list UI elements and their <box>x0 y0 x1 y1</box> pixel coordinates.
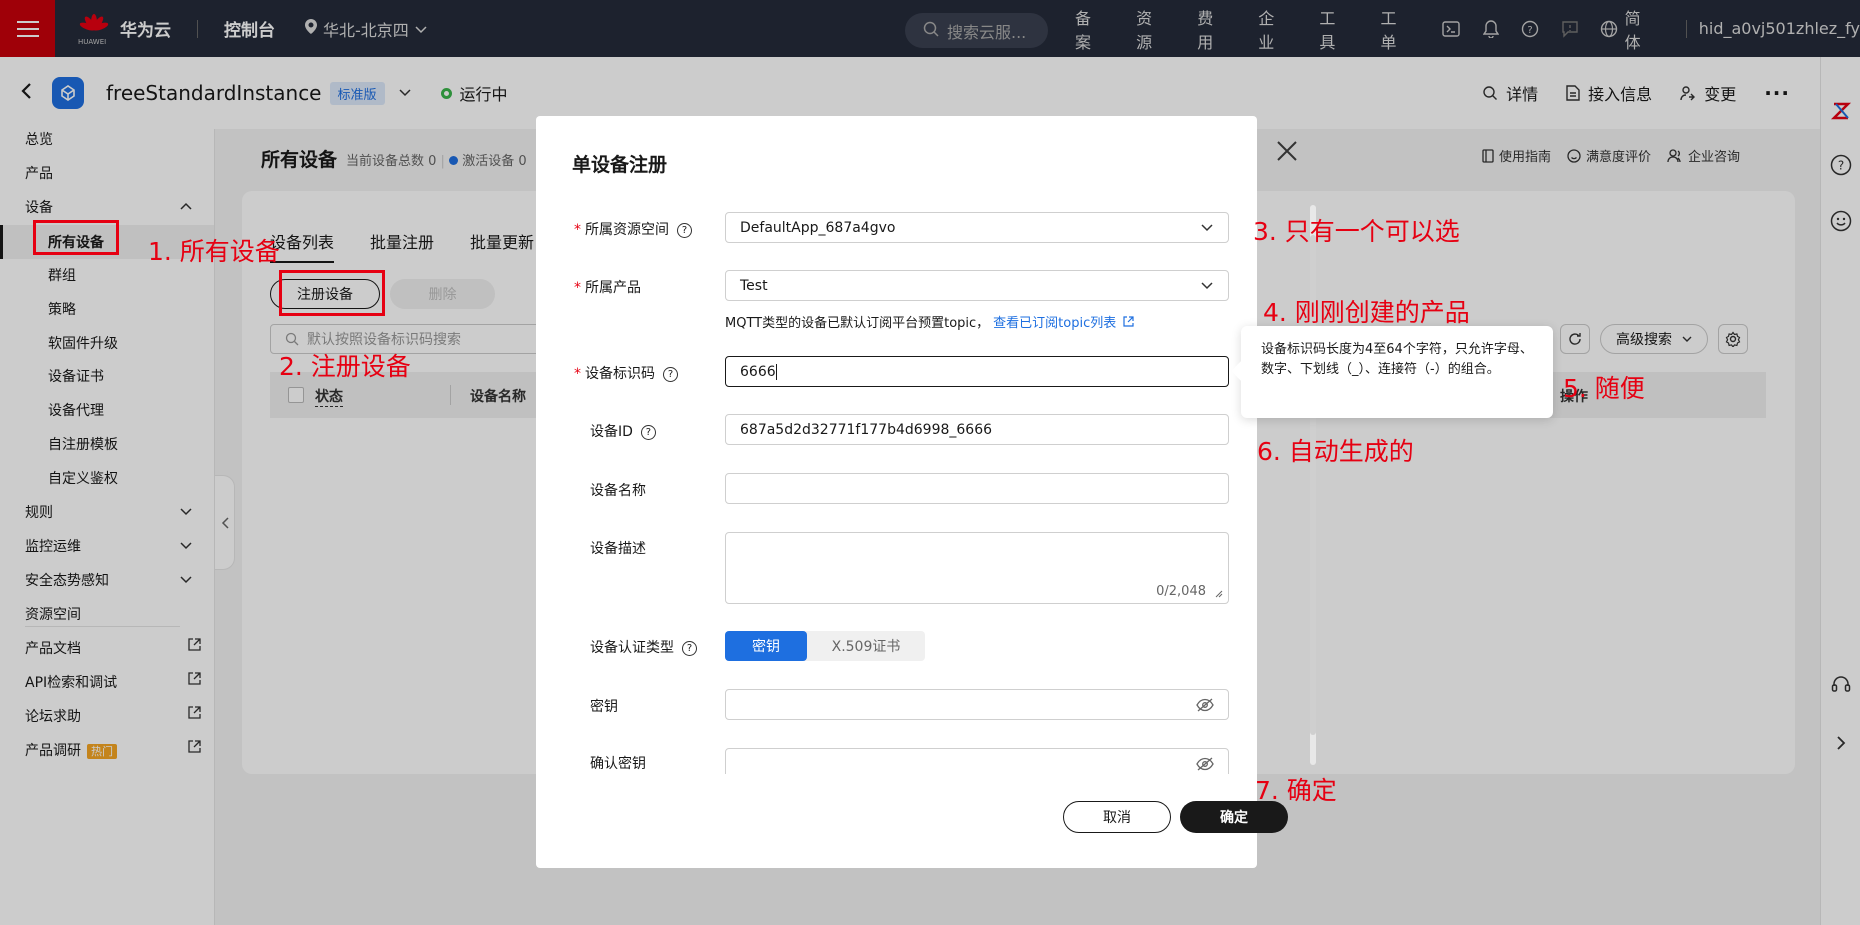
node-id-tooltip: 设备标识码长度为4至64个字符，只允许字母、数字、下划线（_）、连接符（-）的组… <box>1241 326 1553 418</box>
mqtt-topic-hint: MQTT类型的设备已默认订阅平台预置topic， 查看已订阅topic列表 <box>725 312 1134 331</box>
help-circle-icon[interactable]: ? <box>682 640 697 656</box>
product-select[interactable]: Test <box>725 270 1229 301</box>
product-value: Test <box>740 277 768 294</box>
help-circle-icon[interactable]: ? <box>677 222 692 238</box>
annotation-step-4: 4. 刚刚创建的产品 <box>1263 298 1470 327</box>
device-name-input[interactable] <box>725 473 1229 504</box>
text-cursor <box>775 363 777 380</box>
resize-handle-icon[interactable] <box>1215 590 1223 598</box>
annotation-step-3: 3. 只有一个可以选 <box>1253 217 1460 246</box>
eye-hidden-icon[interactable] <box>1196 698 1214 716</box>
confirm-secret-label: 确认密钥 <box>590 756 646 772</box>
external-link-icon <box>1123 316 1134 327</box>
node-id-value: 6666 <box>740 363 776 380</box>
node-id-input[interactable]: 6666 <box>725 356 1229 387</box>
resource-space-text: 所属资源空间 <box>585 222 669 238</box>
annotation-step-1: 1. 所有设备 <box>148 237 280 266</box>
device-id-input[interactable]: 687a5d2d32771f177b4d6998_6666 <box>725 414 1229 445</box>
required-asterisk: * <box>574 280 581 296</box>
auth-x509-option[interactable]: X.509证书 <box>807 631 925 661</box>
node-id-label: * 设备标识码? <box>574 363 678 383</box>
resource-space-value: DefaultApp_687a4gvo <box>740 219 896 236</box>
resource-space-select[interactable]: DefaultApp_687a4gvo <box>725 212 1229 243</box>
required-asterisk: * <box>574 222 581 238</box>
auth-type-label: 设备认证类型? <box>590 637 697 657</box>
chevron-down-icon <box>1200 220 1214 238</box>
annotation-box-all-devices <box>33 220 119 255</box>
description-label: 设备描述 <box>590 541 646 557</box>
eye-hidden-icon[interactable] <box>1196 757 1214 774</box>
required-asterisk: * <box>574 366 581 382</box>
device-name-label: 设备名称 <box>590 483 646 499</box>
device-id-value: 687a5d2d32771f177b4d6998_6666 <box>740 421 993 438</box>
confirm-secret-row: 确认密钥 <box>536 748 1296 774</box>
annotation-step-6: 6. 自动生成的 <box>1257 437 1414 466</box>
auth-type-text: 设备认证类型 <box>590 640 674 656</box>
modal-scrollbar[interactable] <box>1310 205 1316 765</box>
resource-space-label: * 所属资源空间? <box>574 219 692 239</box>
product-label: * 所属产品 <box>574 277 641 297</box>
node-id-text: 设备标识码 <box>585 366 655 382</box>
product-text: 所属产品 <box>585 280 641 296</box>
confirm-secret-input[interactable] <box>725 748 1229 774</box>
topic-list-link[interactable]: 查看已订阅topic列表 <box>993 316 1116 331</box>
hint-text: MQTT类型的设备已默认订阅平台预置topic， <box>725 316 990 331</box>
chevron-down-icon <box>1200 278 1214 296</box>
device-id-text: 设备ID <box>590 424 633 440</box>
annotation-step-2: 2. 注册设备 <box>279 352 411 381</box>
help-circle-icon[interactable]: ? <box>663 366 678 382</box>
char-counter: 0/2,048 <box>1156 584 1206 599</box>
help-circle-icon[interactable]: ? <box>640 424 656 440</box>
annotation-step-7: 7. 确定 <box>1255 776 1337 805</box>
auth-type-toggle: 密钥 X.509证书 <box>725 631 925 661</box>
auth-secret-option[interactable]: 密钥 <box>725 631 807 661</box>
annotation-step-5: 5. 随便 <box>1563 374 1645 403</box>
device-id-label: 设备ID? <box>590 421 656 441</box>
cancel-button[interactable]: 取消 <box>1063 801 1171 833</box>
close-icon[interactable] <box>1276 140 1298 166</box>
description-textarea[interactable]: 0/2,048 <box>725 532 1229 604</box>
secret-label: 密钥 <box>590 699 618 715</box>
secret-input[interactable] <box>725 689 1229 720</box>
annotation-box-register <box>279 270 385 316</box>
modal-title: 单设备注册 <box>572 154 668 176</box>
